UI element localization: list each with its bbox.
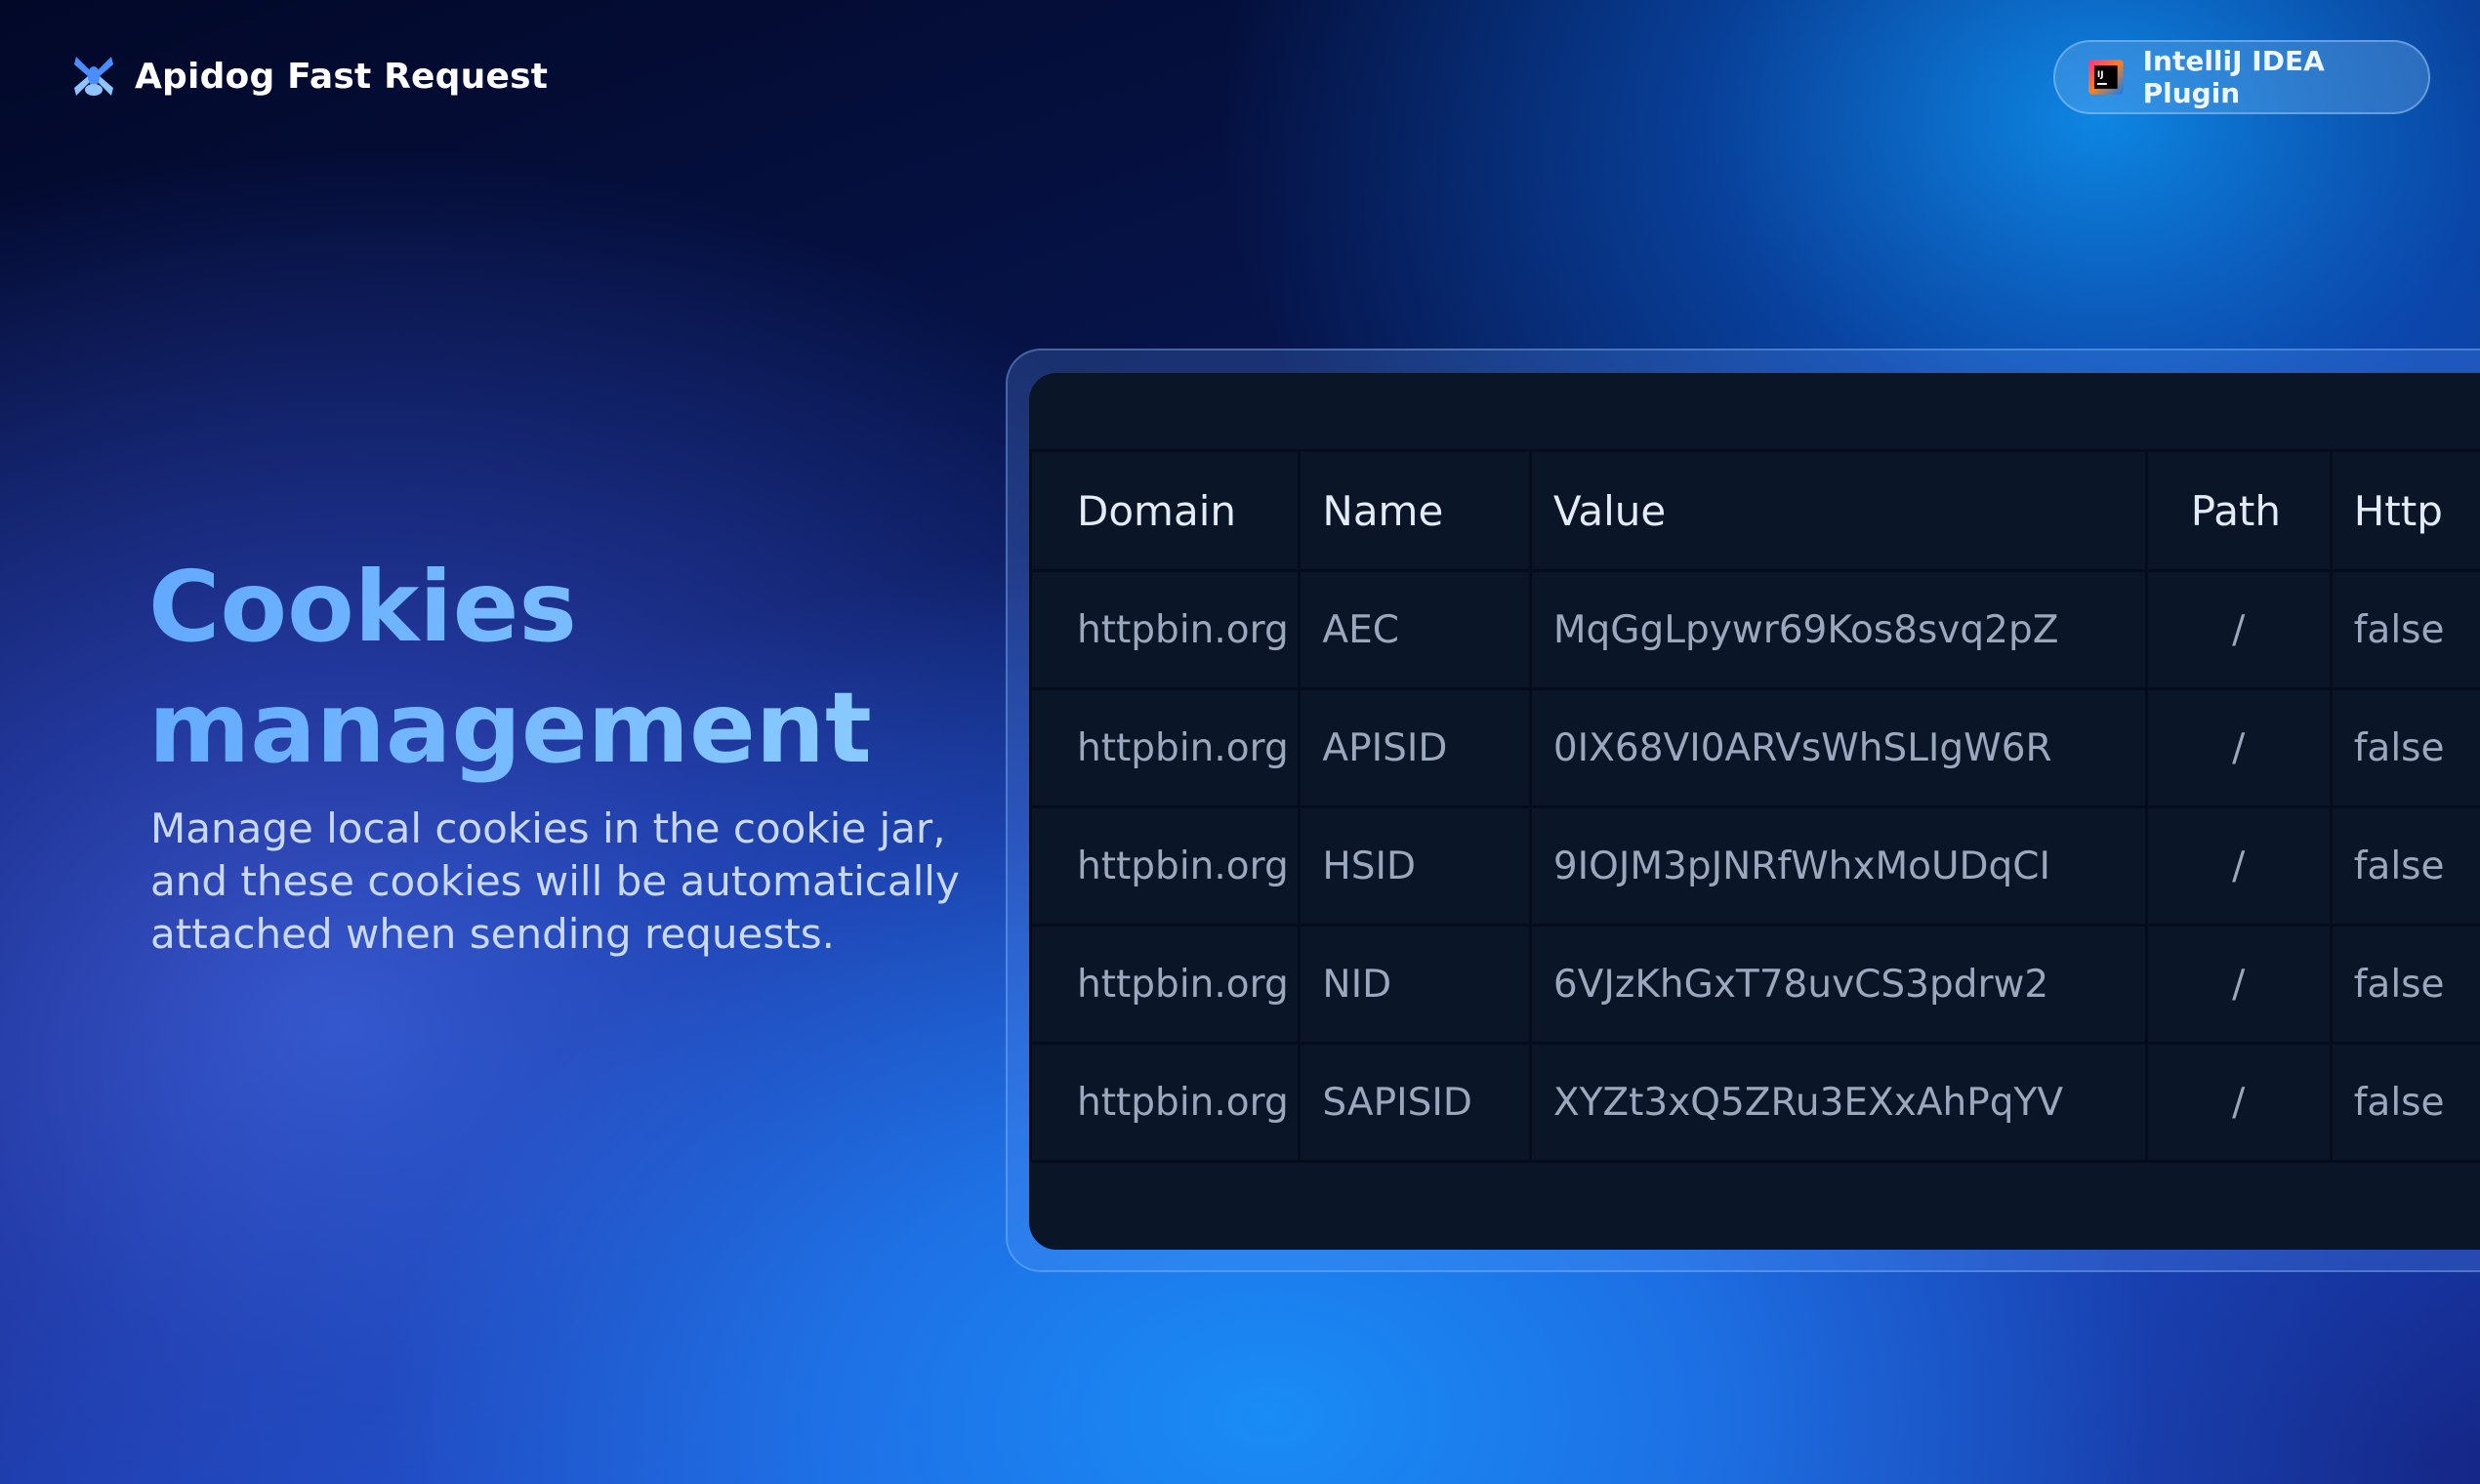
column-header-value[interactable]: Value (1528, 449, 2148, 572)
cell-value[interactable]: MqGgLpywr69Kos8svq2pZ (1528, 569, 2148, 690)
cell-path[interactable]: / (2144, 569, 2333, 690)
table-header-row: Domain Name Value Path Http (1029, 449, 2480, 572)
page-title: Cookies management (148, 547, 988, 789)
table-row[interactable]: httpbin.org SAPISID XYZt3xQ5ZRu3EXxAhPqY… (1029, 1042, 2480, 1163)
cell-domain[interactable]: httpbin.org (1029, 924, 1302, 1045)
cell-name[interactable]: AEC (1298, 569, 1532, 690)
column-header-path[interactable]: Path (2144, 449, 2333, 572)
cell-value[interactable]: 0IX68VI0ARVsWhSLIgW6R (1528, 687, 2148, 808)
cell-name[interactable]: APISID (1298, 687, 1532, 808)
table-row[interactable]: httpbin.org HSID 9IOJM3pJNRfWhxMoUDqCI /… (1029, 805, 2480, 927)
table-row[interactable]: httpbin.org APISID 0IX68VI0ARVsWhSLIgW6R… (1029, 687, 2480, 808)
cell-domain[interactable]: httpbin.org (1029, 687, 1302, 808)
intellij-plugin-button[interactable]: IJ IntelliJ IDEA Plugin (2053, 40, 2430, 114)
column-header-http[interactable]: Http (2329, 449, 2480, 572)
column-header-name[interactable]: Name (1298, 449, 1532, 572)
cell-domain[interactable]: httpbin.org (1029, 1042, 1302, 1163)
cell-value[interactable]: 9IOJM3pJNRfWhxMoUDqCI (1528, 805, 2148, 927)
cell-http[interactable]: false (2329, 805, 2480, 927)
page-subtitle: Manage local cookies in the cookie jar, … (150, 804, 960, 958)
intellij-idea-icon: IJ (2088, 60, 2124, 95)
column-header-domain[interactable]: Domain (1029, 449, 1302, 572)
cookies-table-card: Domain Name Value Path Http httpbin.org … (1029, 373, 2480, 1250)
cell-http[interactable]: false (2329, 569, 2480, 690)
table-row[interactable]: httpbin.org NID 6VJzKhGxT78uvCS3pdrw2 / … (1029, 924, 2480, 1045)
cell-domain[interactable]: httpbin.org (1029, 805, 1302, 927)
cell-value[interactable]: XYZt3xQ5ZRu3EXxAhPqYV (1528, 1042, 2148, 1163)
brand-header[interactable]: Apidog Fast Request (68, 51, 548, 102)
cell-http[interactable]: false (2329, 924, 2480, 1045)
cookies-table: Domain Name Value Path Http httpbin.org … (1029, 449, 2480, 1163)
cell-path[interactable]: / (2144, 687, 2333, 808)
table-row[interactable]: httpbin.org AEC MqGgLpywr69Kos8svq2pZ / … (1029, 569, 2480, 690)
cell-name[interactable]: HSID (1298, 805, 1532, 927)
cell-name[interactable]: SAPISID (1298, 1042, 1532, 1163)
cell-path[interactable]: / (2144, 805, 2333, 927)
cell-path[interactable]: / (2144, 1042, 2333, 1163)
cell-name[interactable]: NID (1298, 924, 1532, 1045)
cell-domain[interactable]: httpbin.org (1029, 569, 1302, 690)
cell-value[interactable]: 6VJzKhGxT78uvCS3pdrw2 (1528, 924, 2148, 1045)
cell-http[interactable]: false (2329, 1042, 2480, 1163)
svg-text:IJ: IJ (2097, 70, 2104, 80)
cell-path[interactable]: / (2144, 924, 2333, 1045)
plugin-button-label: IntelliJ IDEA Plugin (2142, 45, 2325, 109)
apidog-logo-icon (74, 57, 113, 96)
cell-http[interactable]: false (2329, 687, 2480, 808)
brand-name: Apidog Fast Request (135, 56, 549, 97)
